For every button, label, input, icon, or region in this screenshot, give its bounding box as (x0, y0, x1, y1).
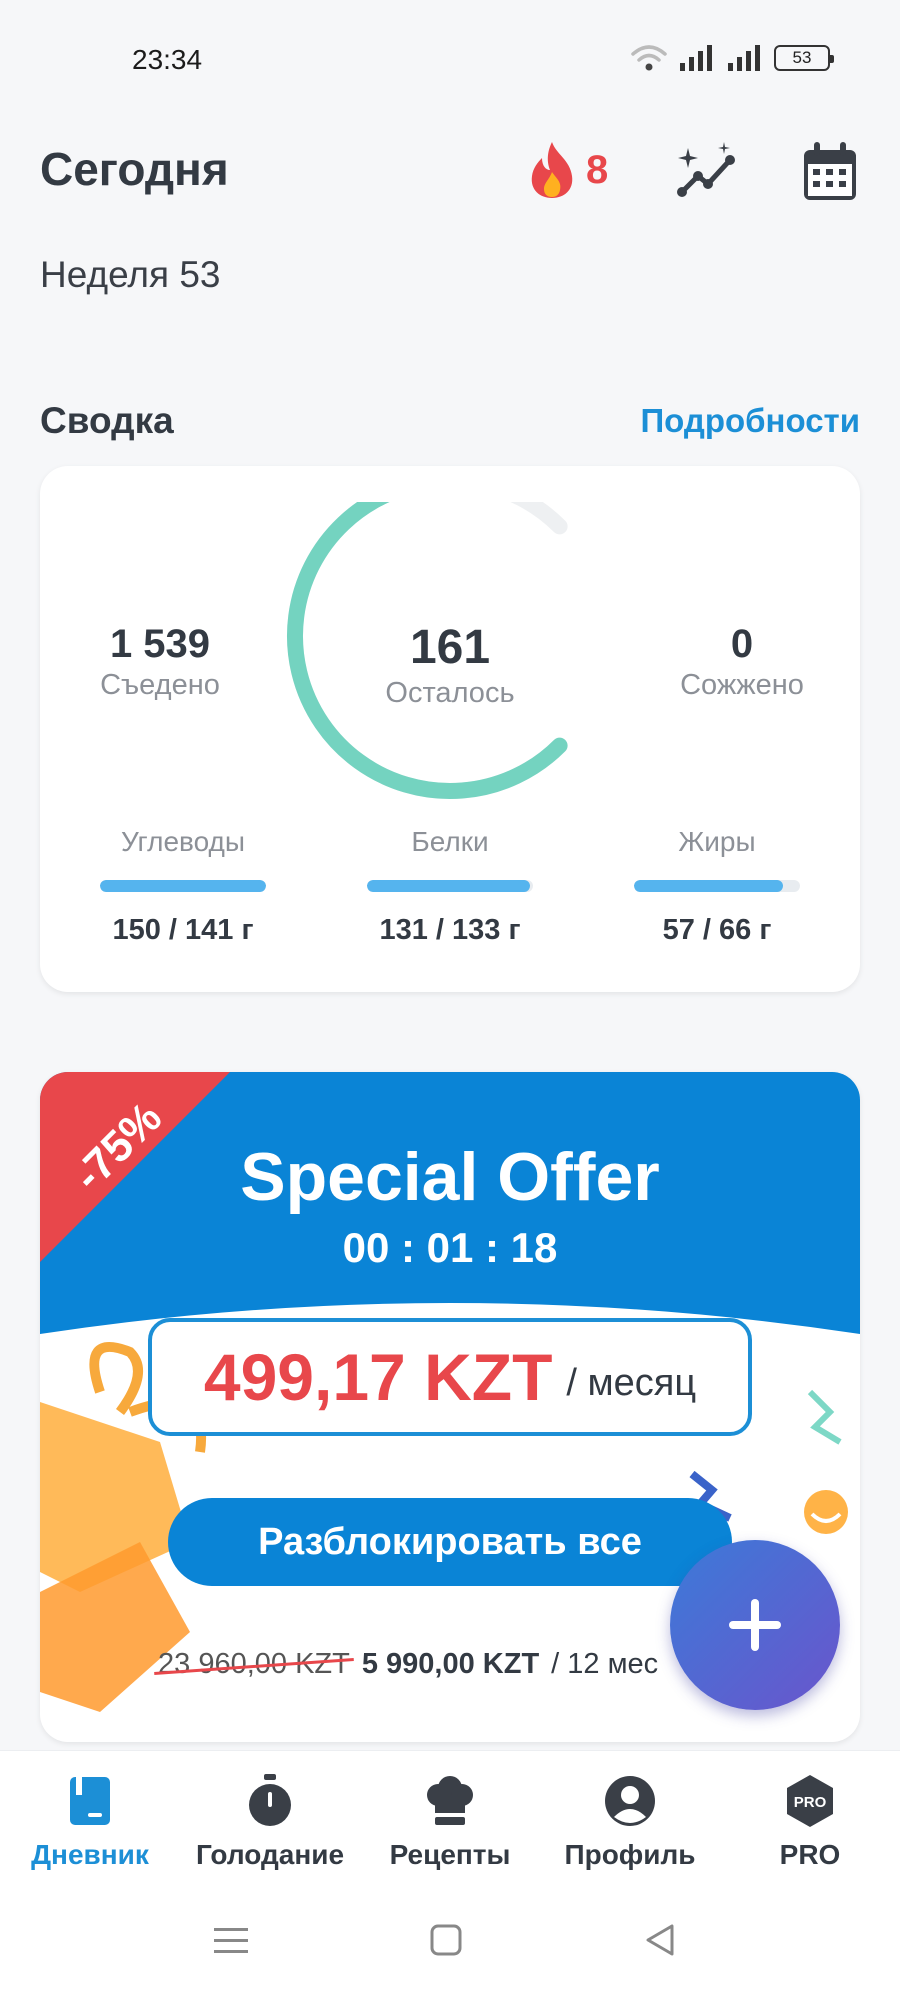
macro-fat: Жиры 57 / 66 г (632, 826, 802, 947)
streak-button[interactable]: 8 (526, 140, 608, 200)
macro-amount: 57 / 66 г (662, 914, 772, 946)
week-label: Неделя 53 (40, 254, 221, 295)
nav-label: Рецепты (389, 1839, 511, 1870)
sparkle-trend-icon[interactable] (676, 140, 740, 204)
nav-label: PRO (779, 1839, 841, 1870)
back-icon[interactable] (644, 1924, 676, 1956)
status-time: 23:34 (132, 44, 203, 75)
nav-diary[interactable]: Дневник (0, 1771, 180, 1871)
plus-icon (729, 1599, 781, 1651)
unlock-all-button[interactable]: Разблокировать все (168, 1498, 732, 1586)
offer-countdown: 00 : 01 : 18 (342, 1224, 558, 1271)
status-bar: 23:34 53 (0, 0, 900, 120)
summary-card[interactable]: 1 539 Съедено 161 Осталось 0 Сожжено Угл… (40, 466, 860, 992)
macro-name: Белки (411, 826, 489, 857)
add-button[interactable] (670, 1540, 840, 1710)
macro-progress-bar (367, 880, 533, 892)
macro-progress-fill (100, 880, 266, 892)
chef-hat-icon (427, 1776, 473, 1825)
pro-badge-text: PRO (794, 1794, 827, 1811)
profile-icon (605, 1776, 655, 1826)
annual-period: / 12 мес (551, 1648, 659, 1680)
diary-book-icon (70, 1777, 110, 1825)
nav-label: Профиль (564, 1839, 696, 1870)
signal-icon (680, 45, 712, 71)
pro-badge-icon: PRO (787, 1775, 833, 1827)
offer-title: Special Offer (240, 1139, 660, 1215)
annual-price: 5 990,00 KZT (361, 1648, 540, 1680)
burned-label: Сожжено (680, 669, 804, 701)
macro-amount: 131 / 133 г (379, 914, 521, 946)
burned-stat: 0 Сожжено (652, 622, 832, 702)
macro-carbs: Углеводы 150 / 141 г (98, 826, 268, 947)
stopwatch-icon (249, 1774, 291, 1826)
recent-apps-icon[interactable] (214, 1926, 248, 1956)
macro-progress-bar (634, 880, 800, 892)
monthly-price: 499,17 KZT (203, 1340, 553, 1414)
eaten-stat: 1 539 Съедено (70, 622, 250, 702)
eaten-label: Съедено (100, 669, 220, 701)
summary-title: Сводка (40, 400, 174, 441)
price-box: 499,17 KZT / месяц (148, 1318, 752, 1436)
streak-count: 8 (586, 147, 609, 192)
flame-icon (531, 142, 573, 198)
nav-pro[interactable]: PRO PRO (720, 1771, 900, 1871)
old-price: 23 960,00 KZT (158, 1648, 350, 1680)
nav-profile[interactable]: Профиль (540, 1771, 720, 1871)
bottom-navigation: Дневник Голодание Рецепты Профиль PRO PR… (0, 1750, 900, 1880)
remaining-value: 161 (409, 621, 491, 674)
battery-icon: 53 (774, 45, 834, 71)
macro-progress-bar (100, 880, 266, 892)
system-navigation-bar (0, 1880, 900, 2000)
remaining-label: Осталось (385, 677, 515, 709)
macro-name: Углеводы (120, 826, 246, 857)
details-link[interactable]: Подробности (640, 402, 860, 440)
macro-name: Жиры (678, 826, 756, 857)
nav-label: Дневник (31, 1839, 149, 1870)
nav-fasting[interactable]: Голодание (180, 1771, 360, 1871)
macro-protein: Белки 131 / 133 г (365, 826, 535, 947)
nav-label: Голодание (195, 1839, 345, 1870)
remaining-stat: 161 Осталось (340, 620, 560, 710)
burned-value: 0 (730, 622, 754, 666)
macro-progress-fill (634, 880, 784, 892)
eaten-value: 1 539 (109, 622, 211, 666)
wifi-icon (631, 45, 667, 71)
page-title: Сегодня (40, 143, 229, 195)
price-period: / месяц (566, 1361, 697, 1404)
macro-progress-fill (367, 880, 530, 892)
macro-amount: 150 / 141 г (112, 914, 254, 946)
annual-price-row: 23 960,00 KZT 5 990,00 KZT / 12 мес (158, 1648, 658, 1681)
status-icons: 53 (630, 44, 834, 72)
home-icon[interactable] (430, 1924, 462, 1956)
nav-recipes[interactable]: Рецепты (360, 1771, 540, 1871)
calendar-icon[interactable] (800, 140, 860, 204)
signal-icon-2 (728, 45, 760, 71)
